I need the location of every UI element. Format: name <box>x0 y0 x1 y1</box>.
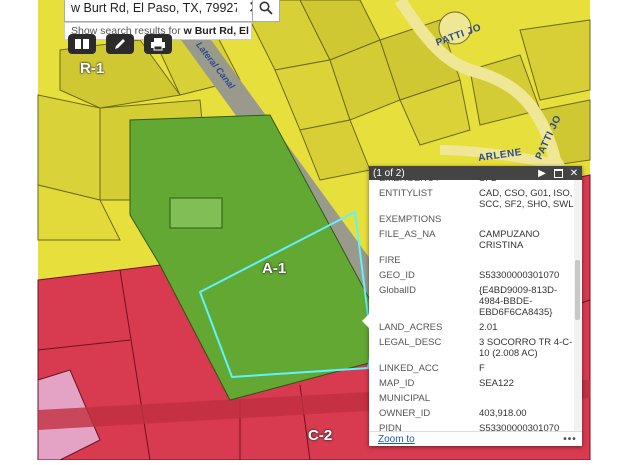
more-options-button[interactable]: ••• <box>558 434 582 445</box>
attribute-row: LEGAL_DESC 3 SOCORRO TR 4-C-10 (2.008 AC) <box>369 337 574 359</box>
attribute-value: 3 SOCORRO TR 4-C-10 (2.008 AC) <box>479 337 573 359</box>
attribute-key: MUNICIPAL <box>379 393 431 404</box>
attribute-value: CAD, CSO, G01, ISO, SCC, SF2, SHO, SWL <box>479 188 574 210</box>
attribute-row: LINKED_ACC F <box>369 363 574 374</box>
zone-label-a1: A-1 <box>262 260 287 277</box>
attribute-key: EXEMPTIONS <box>379 214 442 225</box>
attribute-row: MAP_ID SEA122 <box>369 378 574 389</box>
attribute-value: 2.01 <box>479 322 498 333</box>
search-icon <box>259 1 273 15</box>
building <box>169 197 223 229</box>
attribute-value: SEA122 <box>479 378 514 389</box>
attribute-row: OWNER_ID 403,918.00 <box>369 408 574 419</box>
close-icon: ✕ <box>569 167 579 179</box>
parcel <box>37 94 101 201</box>
attribute-key: FIRE <box>379 255 401 266</box>
attribute-key: LEGAL_DESC <box>379 337 442 348</box>
play-icon: ▶ <box>538 167 546 179</box>
popup-count: (1 of 2) <box>373 167 405 179</box>
attribute-value <box>479 393 574 404</box>
pencil-icon <box>115 39 125 49</box>
attribute-table: EMERGENCYSF2 ENTITYLIST CAD, CSO, G01, ISO… <box>369 180 574 431</box>
popup-scrollbar[interactable] <box>574 180 582 431</box>
attribute-row: EMERGENCYSF2 <box>369 180 574 184</box>
attribute-key: GlobalID <box>379 285 416 296</box>
attribute-row: EXEMPTIONS <box>369 214 574 225</box>
attribute-value: S53300000301070 <box>479 423 560 431</box>
attribute-key: OWNER_ID <box>379 408 431 419</box>
attribute-key: GEO_ID <box>379 270 415 281</box>
attribute-row: PIDN S53300000301070 <box>369 423 574 431</box>
attribute-key: LAND_ACRES <box>379 322 443 333</box>
attribute-value <box>479 255 574 266</box>
search-button[interactable] <box>252 0 280 22</box>
popup-attributes[interactable]: EMERGENCYSF2 ENTITYLIST CAD, CSO, G01, ISO… <box>369 180 574 431</box>
print-button[interactable] <box>144 34 172 54</box>
popup-header: (1 of 2) ▶ ✕ <box>369 166 582 180</box>
attribute-value: S53300000301070 <box>479 270 560 281</box>
zone-label-c2: C-2 <box>308 427 333 444</box>
feature-popup: (1 of 2) ▶ ✕ EMERGENCYSF2 ENTITYLIST CAD, … <box>362 166 582 446</box>
next-feature-button[interactable]: ▶ <box>534 166 550 180</box>
attribute-value: F <box>479 363 485 374</box>
map-frame-right <box>590 0 640 460</box>
suggestion-query: w Burt Rd, El ... <box>183 25 251 37</box>
attribute-key: ENTITYLIST <box>379 188 433 199</box>
attribute-value: {E4BD9009-813D-4984-BBDE-EBD6F6CA8435} <box>479 285 558 318</box>
attribute-key: PIDN <box>379 423 402 431</box>
attribute-value: CAMPUZANO CRISTINA <box>479 229 540 251</box>
attribute-key: EMERGENCY <box>379 180 479 184</box>
scrollbar-thumb[interactable] <box>575 260 580 320</box>
zoom-to-link[interactable]: Zoom to <box>369 434 558 445</box>
attribute-value: 403,918.00 <box>479 408 527 419</box>
maximize-button[interactable] <box>550 166 566 180</box>
attribute-row: FIRE <box>369 255 574 266</box>
attribute-row: ENTITYLIST CAD, CSO, G01, ISO, SCC, SF2, … <box>369 188 574 210</box>
map-frame-left <box>0 0 38 460</box>
grid-icon <box>75 39 89 49</box>
attribute-row: MUNICIPAL <box>369 393 574 404</box>
popup-footer: Zoom to ••• <box>369 431 582 446</box>
edit-button[interactable] <box>106 34 134 54</box>
attribute-row: LAND_ACRES 2.01 <box>369 322 574 333</box>
search-input[interactable] <box>65 1 243 15</box>
maximize-icon <box>553 168 563 178</box>
print-icon <box>151 38 165 51</box>
close-popup-button[interactable]: ✕ <box>566 166 582 180</box>
attribute-value: SF2 <box>479 180 574 184</box>
attribute-row: GEO_ID S53300000301070 <box>369 270 574 281</box>
attribute-key: MAP_ID <box>379 378 415 389</box>
layers-button[interactable] <box>68 34 96 54</box>
search-box: ✕ <box>64 0 278 22</box>
attribute-row: FILE_AS_NA CAMPUZANO CRISTINA <box>369 229 574 251</box>
attribute-value <box>479 214 574 225</box>
attribute-row: GlobalID {E4BD9009-813D-4984-BBDE-EBD6F6C… <box>369 285 574 318</box>
attribute-key: LINKED_ACC <box>379 363 439 374</box>
attribute-key: FILE_AS_NA <box>379 229 436 240</box>
zone-label-r1: R-1 <box>80 60 105 77</box>
